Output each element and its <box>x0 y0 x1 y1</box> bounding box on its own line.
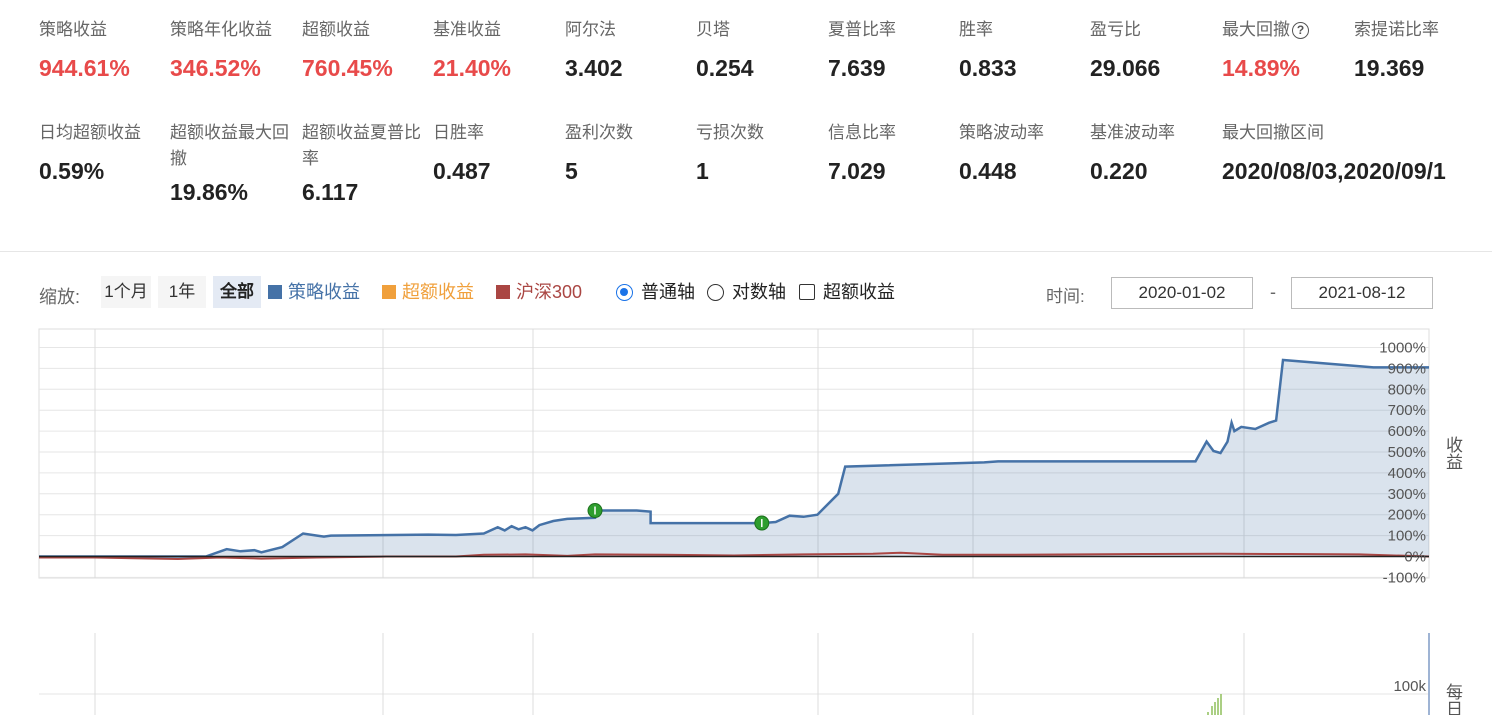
y-axis-title: 收益 <box>1442 436 1463 470</box>
y-tick-label: 100% <box>1388 528 1426 545</box>
y-tick-label: 0% <box>1404 549 1426 566</box>
daily-axis-title: 每日 <box>1442 683 1463 715</box>
y-tick-label: 500% <box>1388 444 1426 461</box>
y-tick-label: 100k <box>1393 678 1426 695</box>
return-chart: 1000% 900% 800% 700% 600% 500% 400% 300% 200% 100… <box>38 328 1463 715</box>
y-tick-label: 400% <box>1388 465 1426 482</box>
y-tick-label: 200% <box>1388 507 1426 524</box>
y-tick-label: 700% <box>1388 402 1426 419</box>
y-tick-label: -100% <box>1383 569 1426 586</box>
y-tick-label: 300% <box>1388 486 1426 503</box>
y-tick-label: 600% <box>1388 423 1426 440</box>
y-tick-label: 800% <box>1388 381 1426 398</box>
y-tick-label: 1000% <box>1379 340 1426 357</box>
y-tick-label: 900% <box>1388 360 1426 377</box>
